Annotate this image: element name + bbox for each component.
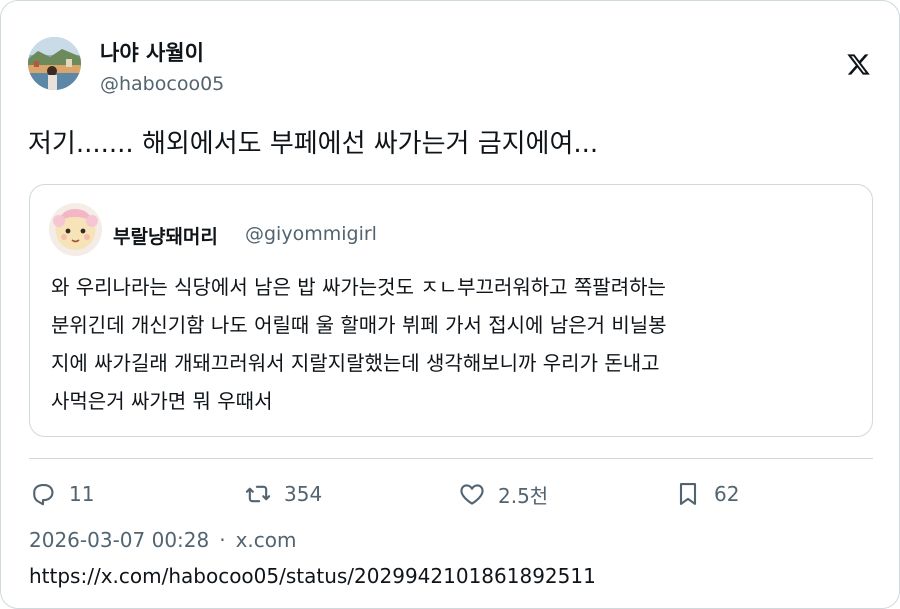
- quoted-text-line: 지에 싸가길래 개돼끄러워서 지랄지랄했는데 생각해보니까 우리가 돈내고: [51, 351, 660, 375]
- author-display-name[interactable]: 나야 사월이: [100, 37, 204, 67]
- timestamp[interactable]: 2026-03-07 00:28: [29, 528, 209, 552]
- tweet-text: 저기....... 해외에서도 부페에선 싸가는거 금지에여...: [28, 129, 599, 159]
- author-handle[interactable]: @habocoo05: [100, 73, 224, 95]
- author-avatar[interactable]: [28, 37, 81, 90]
- x-logo-icon[interactable]: [846, 52, 871, 77]
- quoted-avatar[interactable]: [49, 203, 102, 256]
- reply-icon: [33, 483, 54, 506]
- quoted-text-line: 사먹은거 싸가면 뭐 우때서: [51, 389, 273, 413]
- quoted-avatar-image: [49, 203, 102, 256]
- divider: [29, 458, 873, 459]
- tweet-meta: 2026-03-07 00:28 · x.com: [29, 528, 297, 552]
- like-button[interactable]: 2.5천: [458, 479, 548, 509]
- repost-button[interactable]: 354: [244, 479, 322, 509]
- tweet-url[interactable]: https://x.com/habocoo05/status/202994210…: [29, 564, 596, 588]
- quoted-text-line: 분위긴데 개신기함 나도 어릴때 울 할매가 뷔페 가서 접시에 남은거 비닐봉: [51, 313, 667, 337]
- quoted-text-line: 와 우리나라는 식당에서 남은 밥 싸가는것도 ㅈㄴ부끄러워하고 쪽팔려하는: [51, 275, 666, 299]
- repost-icon: [245, 485, 271, 503]
- like-count: 2.5천: [498, 483, 549, 508]
- quoted-handle[interactable]: @giyommigirl: [245, 223, 377, 245]
- bookmark-button[interactable]: 62: [674, 479, 739, 509]
- repost-count: 354: [284, 482, 323, 506]
- quoted-display-name[interactable]: 부랄냥돼머리: [113, 222, 218, 249]
- heart-icon: [460, 484, 484, 505]
- source-link[interactable]: x.com: [236, 528, 297, 552]
- author-avatar-image: [28, 37, 81, 90]
- meta-separator: ·: [219, 528, 226, 552]
- reply-count: 11: [69, 482, 95, 506]
- quoted-tweet[interactable]: 부랄냥돼머리 @giyommigirl 와 우리나라는 식당에서 남은 밥 싸가…: [29, 184, 873, 437]
- bookmark-icon: [679, 483, 697, 505]
- reply-button[interactable]: 11: [29, 479, 94, 509]
- quoted-text: 와 우리나라는 식당에서 남은 밥 싸가는것도 ㅈㄴ부끄러워하고 쪽팔려하는 분…: [51, 268, 851, 420]
- tweet-card: 나야 사월이 @habocoo05 저기....... 해외에서도 부페에선 싸…: [0, 0, 900, 609]
- bookmark-count: 62: [714, 482, 740, 506]
